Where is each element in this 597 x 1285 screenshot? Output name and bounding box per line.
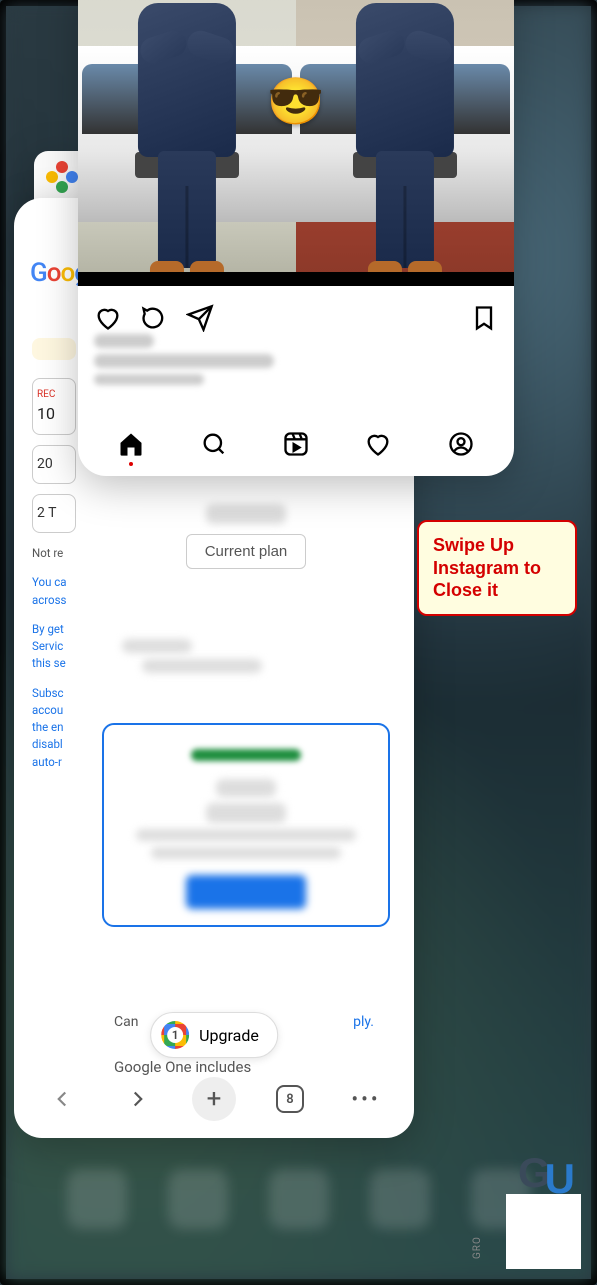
new-tab-button[interactable]: + — [192, 1077, 236, 1121]
menu-button[interactable]: ••• — [344, 1077, 388, 1121]
comment-button[interactable] — [140, 304, 168, 332]
plan-option[interactable]: 2 T — [32, 494, 76, 533]
upgrade-label: Upgrade — [199, 1026, 259, 1045]
offer-cta-button[interactable] — [186, 875, 306, 909]
watermark: GU GRO — [491, 1179, 581, 1269]
plan-option[interactable]: 20 — [32, 445, 76, 484]
like-button[interactable] — [94, 304, 122, 332]
notification-dot-icon — [129, 462, 133, 466]
share-button[interactable] — [186, 304, 214, 332]
tab-search[interactable] — [200, 430, 228, 458]
post-caption — [94, 334, 498, 391]
tab-profile[interactable] — [447, 430, 475, 458]
google-one-content: Current plan — [102, 478, 390, 1038]
browser-toolbar: + 8 ••• — [24, 1070, 404, 1128]
annotation-callout: Swipe Up Instagram to Close it — [417, 520, 577, 616]
tab-reels[interactable] — [282, 430, 310, 458]
forward-button[interactable] — [116, 1077, 160, 1121]
google-photos-icon — [46, 161, 78, 193]
offer-card[interactable] — [102, 723, 390, 927]
save-button[interactable] — [470, 304, 498, 332]
plan-option[interactable]: REC10 — [32, 378, 76, 435]
current-plan-button[interactable]: Current plan — [186, 534, 307, 569]
post-media[interactable]: 😎 — [78, 0, 514, 286]
google-one-icon — [161, 1021, 189, 1049]
tab-home[interactable] — [117, 430, 145, 458]
tab-activity[interactable] — [364, 430, 392, 458]
instagram-tab-bar — [78, 430, 514, 458]
app-card-instagram[interactable]: 😎 — [78, 0, 514, 476]
plan-options-strip: REC10 20 2 T Not re You caacross By getS… — [32, 338, 76, 771]
tabs-button[interactable]: 8 — [268, 1077, 312, 1121]
back-button[interactable] — [40, 1077, 84, 1121]
upgrade-pill[interactable]: Upgrade — [150, 1012, 278, 1058]
sunglasses-emoji: 😎 — [267, 75, 324, 129]
